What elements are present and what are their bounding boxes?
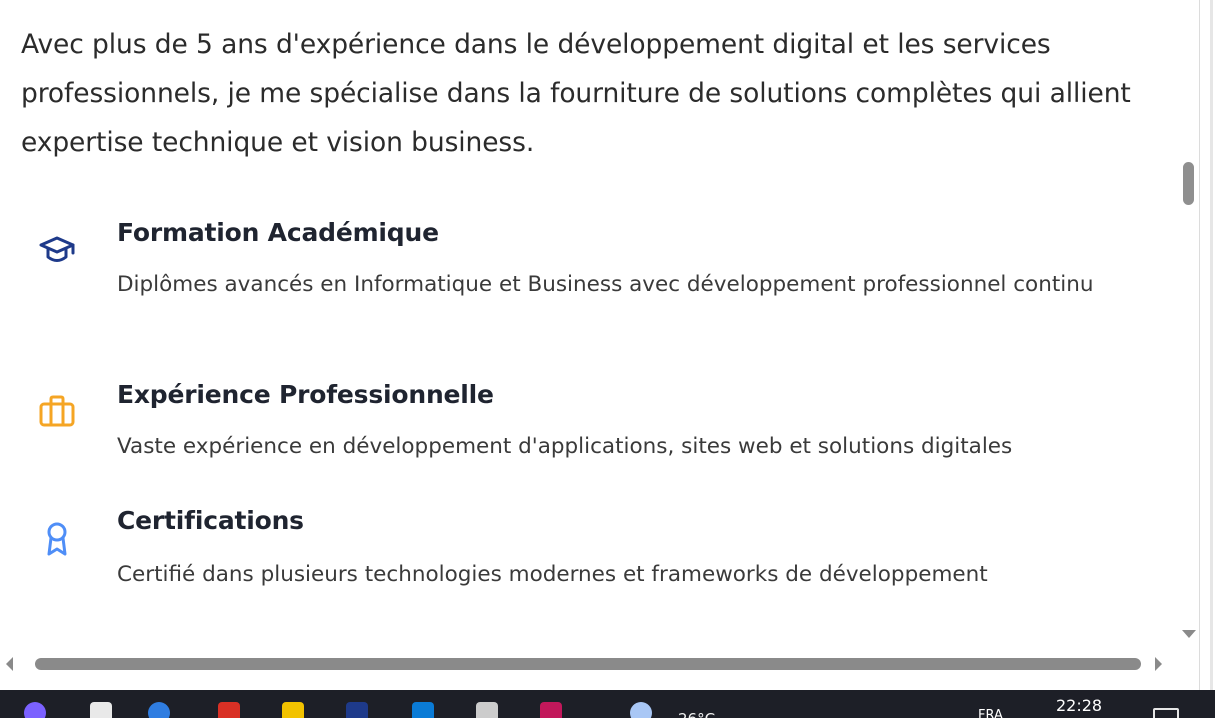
feature-title: Formation Académique [117,218,439,247]
app-icon[interactable] [346,702,368,718]
feature-description: Diplômes avancés en Informatique et Busi… [117,272,1094,297]
weather-temperature: 26°C [678,710,715,718]
vertical-scrollbar[interactable] [1177,0,1199,648]
intro-paragraph: Avec plus de 5 ans d'expérience dans le … [21,29,1131,158]
taskbar: 26°C FRA 22:28 [0,690,1215,718]
scroll-down-arrow-icon[interactable] [1182,630,1196,638]
file-explorer-icon[interactable] [282,702,304,718]
horizontal-scrollbar-thumb[interactable] [35,658,1141,670]
scroll-right-arrow-icon[interactable] [1155,657,1162,671]
store-icon[interactable] [90,702,112,718]
vertical-scrollbar-thumb[interactable] [1183,162,1194,205]
copilot-icon[interactable] [24,702,46,718]
gmail-icon[interactable] [218,702,240,718]
briefcase-icon [38,394,76,430]
feature-title: Certifications [117,506,304,535]
graduation-cap-icon [38,233,76,269]
notifications-icon[interactable] [1153,708,1179,718]
feature-description: Certifié dans plusieurs technologies mod… [117,562,988,587]
app-icon-2[interactable] [540,702,562,718]
horizontal-scrollbar[interactable] [0,648,1177,678]
window-edge [1199,0,1215,690]
window-edge-line [1210,0,1213,690]
feature-title: Expérience Professionnelle [117,380,494,409]
vscode-icon[interactable] [412,702,434,718]
weather-icon[interactable] [630,702,652,718]
remote-desktop-icon[interactable] [476,702,498,718]
edge-icon[interactable] [148,702,170,718]
feature-description: Vaste expérience en développement d'appl… [117,434,1013,459]
language-indicator[interactable]: FRA [978,708,1003,718]
scroll-left-arrow-icon[interactable] [6,657,13,671]
award-ribbon-icon [38,520,76,556]
page-viewport: Avec plus de 5 ans d'expérience dans le … [0,0,1199,676]
clock-time[interactable]: 22:28 [1056,696,1102,715]
